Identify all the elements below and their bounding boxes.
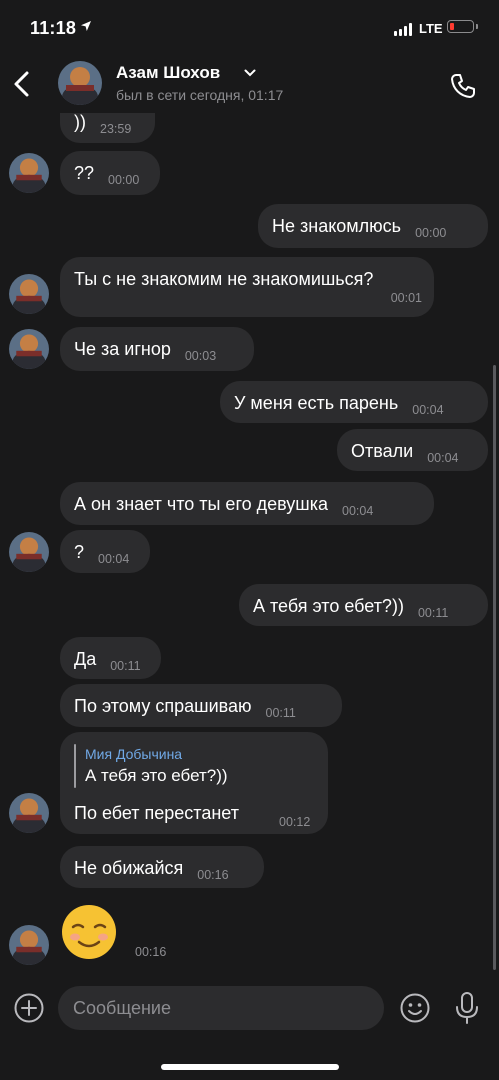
message-time: 00:11 — [417, 606, 449, 620]
message-text: Не знакомлюсь — [272, 216, 402, 237]
sender-avatar[interactable] — [9, 793, 49, 833]
message-bubble[interactable]: )) 23:59 — [60, 113, 155, 143]
microphone-icon[interactable] — [452, 990, 482, 1026]
message-time: 00:01 — [390, 291, 422, 305]
message-text: По ебет перестанет — [74, 803, 239, 823]
message-text: У меня есть парень — [234, 393, 399, 414]
message-text: Ты с не знакомим не знакомишься? — [74, 269, 374, 290]
message-bubble[interactable]: Не знакомлюсь 00:00 — [258, 204, 488, 248]
message-list[interactable]: )) 23:59 ?? 00:00 Не знакомлюсь 00:00 Ты с … — [0, 113, 499, 973]
battery-cap — [476, 24, 478, 29]
message-bubble[interactable]: ? 00:04 — [60, 530, 150, 573]
sender-avatar[interactable] — [9, 532, 49, 572]
sender-avatar[interactable] — [9, 329, 49, 369]
message-text: А он знает что ты его девушка — [74, 494, 329, 515]
message-bubble[interactable]: Че за игнор 00:03 — [60, 327, 254, 371]
message-time: 00:11 — [265, 706, 296, 720]
reply-quote-bar — [74, 744, 76, 788]
message-time: 00:04 — [342, 504, 374, 518]
reply-text[interactable]: А тебя это ебет?)) — [85, 766, 228, 786]
sender-avatar[interactable] — [9, 925, 49, 965]
message-bubble[interactable]: А тебя это ебет?)) 00:11 — [239, 584, 488, 626]
message-bubble[interactable]: По этому спрашиваю 00:11 — [60, 684, 342, 727]
location-arrow-icon — [81, 21, 91, 31]
contact-avatar[interactable] — [58, 61, 102, 105]
message-bubble-with-reply[interactable]: Мия Добычина А тебя это ебет?)) По ебет … — [60, 732, 328, 834]
phone-call-icon[interactable] — [449, 72, 477, 100]
home-indicator — [161, 1064, 339, 1070]
message-text: ?? — [74, 163, 95, 184]
message-time: 00:04 — [98, 552, 130, 566]
message-time: 23:59 — [100, 122, 132, 136]
chat-scrollbar[interactable] — [493, 365, 496, 970]
message-time: 00:16 — [197, 868, 229, 882]
avatar-image — [58, 61, 102, 105]
reply-author[interactable]: Мия Добычина — [85, 744, 182, 764]
sender-avatar[interactable] — [9, 153, 49, 193]
sticker-smile-icon[interactable] — [399, 992, 431, 1024]
message-bubble[interactable]: Отвали 00:04 — [337, 429, 488, 471]
message-bubble[interactable]: А он знает что ты его девушка 00:04 — [60, 482, 434, 525]
message-bubble[interactable]: Не обижайся 00:16 — [60, 846, 264, 888]
message-bubble[interactable]: ?? 00:00 — [60, 151, 160, 195]
message-text: Отвали — [351, 441, 414, 462]
attach-plus-icon[interactable] — [13, 992, 45, 1024]
chat-header: Азам Шохов был в сети сегодня, 01:17 — [0, 56, 499, 114]
message-text: Да — [74, 649, 97, 670]
message-time: 00:12 — [279, 815, 311, 829]
last-seen-status: был в сети сегодня, 01:17 — [116, 87, 284, 103]
message-time: 00:11 — [110, 659, 141, 673]
sender-avatar[interactable] — [9, 274, 49, 314]
message-composer: Сообщение — [0, 978, 499, 1080]
message-time: 00:04 — [427, 451, 459, 465]
chevron-down-icon[interactable] — [244, 69, 256, 77]
message-text: По этому спрашиваю — [74, 696, 252, 717]
message-time: 00:03 — [184, 349, 217, 363]
message-text: А тебя это ебет?)) — [253, 596, 404, 617]
message-time: 00:00 — [415, 226, 447, 240]
status-bar: 11:18 LTE — [0, 0, 499, 56]
message-time: 00:16 — [135, 945, 167, 959]
network-label: LTE — [419, 21, 443, 36]
message-input[interactable]: Сообщение — [58, 986, 384, 1030]
message-bubble[interactable]: Да 00:11 — [60, 637, 161, 679]
back-chevron-icon[interactable] — [8, 64, 38, 104]
message-text: Не обижайся — [74, 858, 184, 879]
message-text: ? — [74, 542, 85, 563]
message-bubble[interactable]: Ты с не знакомим не знакомишься? 00:01 — [60, 257, 434, 317]
status-time: 11:18 — [30, 18, 77, 38]
message-time: 00:04 — [412, 403, 444, 417]
message-bubble[interactable]: У меня есть парень 00:04 — [220, 381, 488, 423]
message-text: Че за игнор — [74, 339, 171, 360]
message-time: 00:00 — [108, 173, 140, 187]
smiling-emoji-sticker[interactable] — [60, 903, 118, 961]
contact-name[interactable]: Азам Шохов — [116, 63, 220, 83]
battery-icon — [447, 20, 474, 33]
message-text: )) — [74, 113, 86, 133]
